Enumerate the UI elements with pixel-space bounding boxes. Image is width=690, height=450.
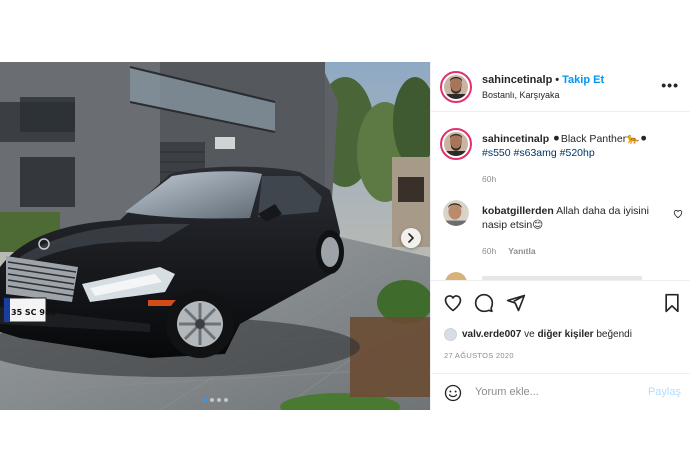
likes-others-link[interactable]: diğer kişiler: [537, 329, 593, 340]
comment-icon[interactable]: [474, 293, 494, 313]
comment-meta: 60h Yanıtla: [482, 246, 548, 256]
emoji-icon[interactable]: [444, 384, 462, 402]
caption-meta: 60h: [482, 174, 508, 184]
post-sidebar: sahincetinalp • Takip Et Bostanlı, Karşıya…: [430, 62, 690, 410]
follow-button[interactable]: Takip Et: [562, 74, 604, 86]
comment-username[interactable]: kobatgillerden: [482, 205, 554, 217]
post-location[interactable]: Bostanlı, Karşıyaka: [482, 90, 560, 100]
author-avatar[interactable]: [440, 71, 472, 103]
likes-connector: ve: [524, 329, 535, 340]
comments-list: sahincetinalp ⚫Black Panther🐆⚫ #s550 #s6…: [431, 112, 690, 280]
carousel-dot: [216, 398, 221, 402]
caption-avatar[interactable]: [440, 128, 472, 160]
next-slide-button[interactable]: [401, 228, 421, 248]
caption-username[interactable]: sahincetinalp: [482, 133, 549, 145]
more-icon[interactable]: •••: [661, 78, 679, 92]
caption-emoji-end: 🐆⚫: [626, 133, 649, 145]
carousel-dot: [202, 398, 207, 402]
avatar-image: [444, 75, 468, 99]
post-date[interactable]: 27 AĞUSTOS 2020: [444, 351, 514, 360]
likes-summary: valv.erde007 ve diğer kişiler beğendi: [444, 328, 632, 341]
chevron-right-icon: [408, 233, 414, 243]
liker-username[interactable]: valv.erde007: [462, 329, 521, 340]
caption-time: 60h: [482, 174, 497, 184]
next-comment-avatar[interactable]: [445, 272, 467, 280]
comment-text: kobatgillerden Allah daha da iyisini nas…: [482, 204, 657, 232]
reply-button[interactable]: Yanıtla: [508, 246, 535, 256]
liker-avatar: [444, 328, 457, 341]
avatar-image: [443, 200, 469, 226]
comment-like-heart-icon[interactable]: [673, 209, 683, 219]
share-icon[interactable]: [506, 293, 526, 313]
post-header: sahincetinalp • Takip Et Bostanlı, Karşıya…: [431, 62, 690, 112]
carousel-dot: [223, 398, 228, 402]
author-username[interactable]: sahincetinalp: [482, 74, 552, 86]
comment-time: 60h: [482, 246, 497, 256]
heart-icon[interactable]: [443, 293, 463, 313]
bookmark-icon[interactable]: [663, 293, 681, 313]
caption-text: sahincetinalp ⚫Black Panther🐆⚫ #s550 #s6…: [482, 132, 682, 160]
caption-hashtags[interactable]: #s550 #s63amg #520hp: [482, 147, 595, 159]
car-photo: 35 SC 988: [0, 62, 430, 410]
carousel-indicator: [0, 398, 430, 402]
separator-dot: •: [555, 74, 560, 86]
comment-composer: Yorum ekle... Paylaş: [431, 373, 690, 411]
avatar-image: [444, 132, 468, 156]
likes-suffix: beğendi: [596, 329, 632, 340]
carousel-dot: [209, 398, 214, 402]
svg-text:35 SC 988: 35 SC 988: [11, 308, 56, 317]
commenter-avatar[interactable]: [443, 200, 469, 226]
post-actions: valv.erde007 ve diğer kişiler beğendi 27…: [431, 280, 690, 410]
caption-body: Black Panther: [560, 133, 627, 145]
instagram-post: 35 SC 988 sahincetinalp • Takip Et Bosta…: [0, 62, 690, 410]
post-comment-button[interactable]: Paylaş: [648, 386, 681, 398]
caption-emoji: ⚫: [552, 133, 561, 145]
comment-input[interactable]: Yorum ekle...: [475, 386, 539, 398]
post-photo[interactable]: 35 SC 988: [0, 62, 430, 410]
